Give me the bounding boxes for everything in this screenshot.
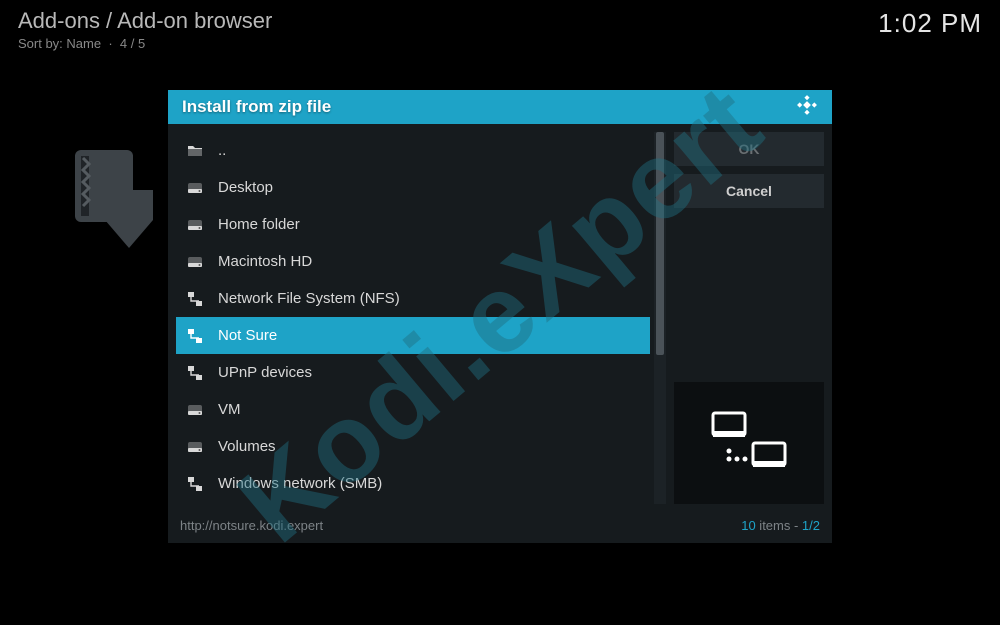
file-item-label: Macintosh HD xyxy=(218,253,312,270)
footer-count: 10 items - 1/2 xyxy=(741,518,820,533)
dialog-title: Install from zip file xyxy=(182,97,331,117)
clock: 1:02 PM xyxy=(878,8,982,39)
drive-icon xyxy=(186,217,204,233)
file-item[interactable]: Volumes xyxy=(176,428,650,465)
drive-icon xyxy=(186,254,204,270)
file-item-label: Desktop xyxy=(218,179,273,196)
file-list[interactable]: .. Desktop Home folder Macintosh HD Network … xyxy=(176,132,650,504)
file-item[interactable]: Windows network (SMB) xyxy=(176,465,650,502)
file-item[interactable]: Network File System (NFS) xyxy=(176,280,650,317)
page-index: 1/2 xyxy=(802,518,820,533)
item-count: 10 xyxy=(741,518,755,533)
sort-line: Sort by: Name · 4 / 5 xyxy=(18,36,272,51)
file-item-label: Volumes xyxy=(218,438,276,455)
page-position: 4 / 5 xyxy=(120,36,145,51)
dialog-footer: http://notsure.kodi.expert 10 items - 1/… xyxy=(168,512,832,543)
file-item-label: .. xyxy=(218,142,226,159)
drive-icon xyxy=(186,402,204,418)
network-icon xyxy=(186,365,204,381)
ok-button[interactable]: OK xyxy=(674,132,824,166)
dialog-titlebar: Install from zip file xyxy=(168,90,832,124)
install-dialog: Install from zip file .. Desktop Home fold… xyxy=(168,90,832,543)
file-item-label: UPnP devices xyxy=(218,364,312,381)
scrollbar-thumb[interactable] xyxy=(656,132,664,355)
folder-up-icon xyxy=(186,143,204,159)
file-item[interactable]: UPnP devices xyxy=(176,354,650,391)
file-item[interactable]: Home folder xyxy=(176,206,650,243)
drive-icon xyxy=(186,439,204,455)
file-item[interactable]: Desktop xyxy=(176,169,650,206)
drive-icon xyxy=(186,180,204,196)
topbar: Add-ons / Add-on browser Sort by: Name ·… xyxy=(18,8,982,51)
file-item[interactable]: Not Sure xyxy=(176,317,650,354)
preview-pane xyxy=(674,382,824,504)
file-item-label: VM xyxy=(218,401,241,418)
file-item[interactable]: .. xyxy=(176,132,650,169)
scrollbar[interactable] xyxy=(654,132,666,504)
sort-value: Name xyxy=(66,36,101,51)
cancel-button[interactable]: Cancel xyxy=(674,174,824,208)
footer-path: http://notsure.kodi.expert xyxy=(180,518,323,533)
network-icon xyxy=(186,328,204,344)
breadcrumb: Add-ons / Add-on browser xyxy=(18,8,272,34)
network-icon xyxy=(186,291,204,307)
file-item-label: Windows network (SMB) xyxy=(218,475,382,492)
file-item-label: Not Sure xyxy=(218,327,277,344)
zip-background-icon xyxy=(65,150,165,265)
file-item-label: Home folder xyxy=(218,216,300,233)
item-suffix: items - xyxy=(756,518,802,533)
file-item[interactable]: Macintosh HD xyxy=(176,243,650,280)
file-item-label: Network File System (NFS) xyxy=(218,290,400,307)
sort-label: Sort by: xyxy=(18,36,63,51)
network-preview-icon xyxy=(707,411,791,475)
file-item[interactable]: VM xyxy=(176,391,650,428)
network-icon xyxy=(186,476,204,492)
kodi-logo-icon xyxy=(796,94,818,121)
